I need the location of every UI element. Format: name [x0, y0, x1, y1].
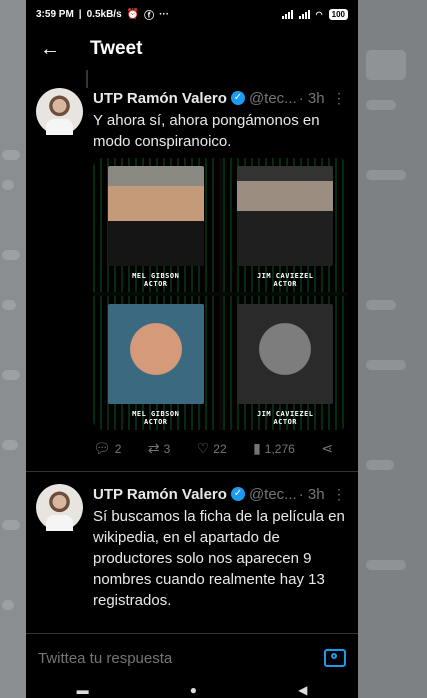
like-button[interactable]: ♡ 22 — [197, 440, 227, 457]
reply-button[interactable]: 💬︎ 2 — [93, 440, 121, 457]
like-count: 22 — [213, 441, 227, 456]
home-button[interactable]: ● — [190, 683, 197, 697]
phone-screen: 3:59 PM | 0.5kB/s ⏰ ⓕ ··· ◠ 100 ← Tweet … — [26, 0, 358, 698]
verified-icon: ✓ — [230, 91, 245, 105]
media-panel: JIM CAVIEZEL ACTOR — [222, 158, 348, 292]
divider — [26, 471, 358, 472]
media-caption: MEL GIBSON ACTOR — [132, 272, 180, 288]
media-panel: JIM CAVIEZEL ACTOR — [222, 296, 348, 430]
reply-input[interactable]: Twittea tu respuesta — [38, 650, 324, 667]
tweet-text: Sí buscamos la ficha de la película en w… — [93, 508, 345, 651]
author-name[interactable]: UTP Ramón Valero — [93, 90, 227, 107]
reply-icon: 💬︎ — [93, 440, 111, 456]
facebook-icon: ⓕ — [144, 10, 155, 22]
retweet-count: 3 — [163, 441, 171, 456]
alarm-icon: ⏰ — [126, 8, 140, 20]
camera-icon[interactable] — [324, 649, 346, 667]
verified-icon: ✓ — [230, 487, 245, 501]
thread-line — [86, 70, 88, 88]
tweet-time: · 3h — [298, 89, 325, 107]
status-bar: 3:59 PM | 0.5kB/s ⏰ ⓕ ··· ◠ 100 — [26, 0, 358, 28]
like-icon: ♡ — [196, 440, 210, 456]
media-caption: JIM CAVIEZEL ACTOR — [256, 410, 314, 426]
media-caption: MEL GIBSON ACTOR — [132, 410, 180, 426]
background-app-left — [0, 0, 26, 698]
page-title: Tweet — [90, 38, 143, 59]
retweet-icon: ⇄ — [147, 440, 160, 456]
photo — [107, 166, 204, 266]
author-name[interactable]: UTP Ramón Valero — [93, 486, 227, 503]
share-icon: ⋖ — [321, 440, 333, 456]
media-panel: MEL GIBSON ACTOR — [93, 296, 219, 430]
back-arrow-icon[interactable]: ← — [40, 38, 70, 61]
signal-icon — [281, 9, 293, 19]
author-handle[interactable]: @tec... — [249, 486, 297, 503]
more-icon[interactable]: ⋮ — [332, 486, 346, 503]
signal-icon-2 — [298, 9, 310, 19]
status-speed: 0.5kB/s — [86, 8, 122, 20]
back-button[interactable]: ◀ — [298, 683, 307, 697]
battery-badge: 100 — [328, 8, 348, 20]
more-notifications-icon: ··· — [159, 8, 170, 20]
status-time: 3:59 PM — [36, 8, 74, 20]
reply-count: 2 — [114, 441, 122, 456]
tweet-time: · 3h — [298, 485, 325, 503]
tweet-text: Y ahora sí, ahora pongámonos en modo con… — [93, 112, 320, 150]
retweet-button[interactable]: ⇄ 3 — [148, 440, 170, 457]
avatar[interactable] — [36, 484, 83, 531]
photo — [107, 304, 204, 404]
top-bar: ← Tweet — [26, 28, 358, 70]
tweet[interactable]: UTP Ramón Valero ✓ @tec... · 3h ⋮ Sí bus… — [26, 484, 358, 653]
media-caption: JIM CAVIEZEL ACTOR — [256, 272, 314, 288]
author-handle[interactable]: @tec... — [249, 90, 297, 107]
recents-button[interactable]: ▬ — [77, 683, 89, 697]
photo — [237, 166, 334, 266]
system-nav-bar: ▬ ● ◀ — [26, 681, 358, 698]
avatar[interactable] — [36, 88, 83, 135]
share-button[interactable]: ⋖ — [321, 440, 333, 457]
wifi-icon: ◠ — [315, 9, 323, 19]
tweet-media[interactable]: MEL GIBSON ACTOR JIM CAVIEZEL ACTOR MEL … — [93, 158, 348, 430]
views-icon: ▮ — [253, 440, 261, 456]
reply-bar: Twittea tu respuesta — [26, 633, 358, 682]
media-panel: MEL GIBSON ACTOR — [93, 158, 219, 292]
tweet-actions: 💬︎ 2 ⇄ 3 ♡ 22 ▮ 1,276 ⋖ — [93, 440, 333, 457]
background-app-right — [358, 0, 427, 698]
tweet[interactable]: UTP Ramón Valero ✓ @tec... · 3h ⋮ Y ahor… — [26, 88, 358, 457]
views-button[interactable]: ▮ 1,276 — [253, 440, 295, 457]
views-count: 1,276 — [264, 441, 295, 456]
more-icon[interactable]: ⋮ — [332, 90, 346, 107]
photo — [237, 304, 334, 404]
